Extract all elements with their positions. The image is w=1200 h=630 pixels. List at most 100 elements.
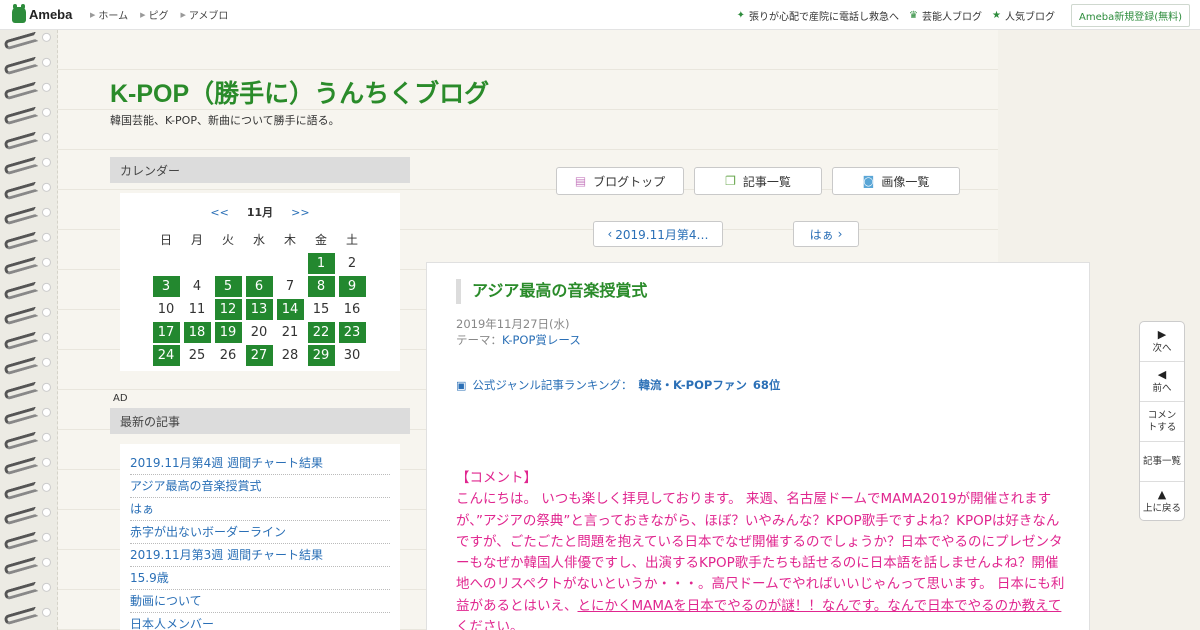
spiral-ring: [3, 156, 39, 176]
arrow-up-icon: ▲: [1157, 488, 1167, 501]
recent-post-link[interactable]: はぁ: [130, 498, 390, 521]
calendar-day-link[interactable]: 6: [245, 276, 273, 297]
ameba-logo-icon: [12, 3, 26, 23]
calendar-day-link[interactable]: 9: [338, 276, 366, 297]
entry-list-float-button[interactable]: 記事一覧: [1140, 442, 1184, 482]
chevron-left-icon: ‹: [607, 227, 613, 241]
calendar-empty-cell: [153, 253, 180, 274]
calendar-day: 7: [285, 279, 295, 294]
calendar-day-link[interactable]: 5: [214, 276, 242, 297]
image-list-button[interactable]: ◙ 画像一覧: [832, 167, 960, 195]
genre-ranking-link[interactable]: ▣ 公式ジャンル記事ランキング： 韓流・K-POPファン 68位: [456, 377, 780, 393]
popular-blogs-link[interactable]: ★ 人気ブログ: [992, 8, 1055, 23]
recent-post-link[interactable]: 日本人メンバー: [130, 613, 390, 630]
comment-button[interactable]: コメントする: [1140, 402, 1184, 442]
spiral-ring: [3, 606, 39, 626]
star-icon: ★: [992, 9, 1001, 21]
triangle-right-icon: ▶: [140, 10, 146, 19]
nav-pigg-link[interactable]: ▶ ピグ: [140, 7, 168, 23]
notebook-spiral: [0, 30, 58, 630]
calendar-weekday: 月: [190, 233, 203, 247]
prev-entry-button[interactable]: ◀ 前へ: [1140, 362, 1184, 402]
calendar-day: 4: [192, 279, 202, 294]
play-left-icon: ◀: [1157, 367, 1167, 381]
signup-button[interactable]: Ameba新規登録(無料): [1070, 3, 1190, 27]
spiral-ring: [3, 281, 39, 301]
crown-icon: ♛: [909, 9, 919, 21]
comment-text: こんにちは。 いつも楽しく拝見しております。 来週、名古屋ドームでMAMA201…: [456, 491, 1065, 614]
spiral-ring: [3, 456, 39, 476]
recent-post-link[interactable]: 15.9歳: [130, 567, 390, 590]
next-entry-button[interactable]: ▶ 次へ: [1140, 322, 1184, 362]
calendar-empty-cell: [246, 253, 273, 274]
spiral-ring: [3, 531, 39, 551]
trending-topic-link[interactable]: ✦ 張りが心配で産院に電話し救急へ: [737, 8, 899, 23]
previous-post-button[interactable]: ‹ 2019.11月第4…: [593, 221, 723, 247]
calendar-weekday: 土: [345, 233, 358, 247]
calendar-day-link[interactable]: 22: [307, 322, 335, 343]
recent-post-link[interactable]: アジア最高の音楽授賞式: [130, 475, 390, 498]
calendar-day: 15: [312, 302, 330, 317]
global-nav: ▶ ホーム ▶ ピグ ▶ アメブロ: [90, 7, 240, 23]
calendar-day: 21: [281, 325, 299, 340]
calendar-nav: << 11月 >>: [120, 204, 400, 220]
camera-icon: ◙: [862, 174, 875, 188]
calendar-day-link[interactable]: 13: [245, 299, 273, 320]
calendar-day: 20: [250, 325, 268, 340]
entry-list-button[interactable]: ❐ 記事一覧: [694, 167, 822, 195]
blog-top-button[interactable]: ▤ ブログトップ: [556, 167, 684, 195]
nav-home-link[interactable]: ▶ ホーム: [90, 7, 128, 23]
calendar-day-link[interactable]: 29: [307, 345, 335, 366]
spiral-ring: [3, 231, 39, 251]
calendar-day-link[interactable]: 17: [152, 322, 180, 343]
calendar-day-link[interactable]: 3: [152, 276, 180, 297]
spiral-ring: [3, 356, 39, 376]
back-to-top-button[interactable]: ▲ 上に戻る: [1140, 482, 1184, 522]
spiral-ring: [3, 556, 39, 576]
ameba-header-bar: Ameba ▶ ホーム ▶ ピグ ▶ アメブロ ✦ 張りが心配で産院に電話し救急へ ♛ 芸…: [0, 0, 1200, 30]
next-post-button[interactable]: はぁ ›: [793, 221, 859, 247]
nav-ameblo-link[interactable]: ▶ アメブロ: [180, 7, 228, 23]
calendar-day-link[interactable]: 24: [152, 345, 180, 366]
calendar-day-link[interactable]: 23: [338, 322, 366, 343]
calendar-weekday: 日: [159, 233, 172, 247]
play-right-icon: ▶: [1157, 327, 1167, 341]
spiral-ring: [3, 81, 39, 101]
calendar-prev-month[interactable]: <<: [210, 206, 228, 219]
calendar-day: 2: [347, 256, 357, 271]
calendar-day-link[interactable]: 12: [214, 299, 242, 320]
spiral-ring: [3, 56, 39, 76]
calendar-day-link[interactable]: 19: [214, 322, 242, 343]
calendar-empty-cell: [277, 253, 304, 274]
calendar-heading: カレンダー: [110, 157, 410, 183]
calendar-empty-cell: [215, 253, 242, 274]
spiral-ring: [3, 431, 39, 451]
floating-nav: ▶ 次へ ◀ 前へ コメントする 記事一覧 ▲ 上に戻る: [1139, 321, 1185, 521]
article-body: 【コメント】 こんにちは。 いつも楽しく拝見しております。 来週、名古屋ドームで…: [456, 468, 1066, 630]
calendar-weekday: 金: [314, 233, 327, 247]
article-title[interactable]: アジア最高の音楽授賞式: [456, 279, 647, 304]
star-icon: ✦: [736, 9, 746, 21]
calendar-weekday: 木: [283, 233, 296, 247]
calendar-day: 16: [343, 302, 361, 317]
ameba-logo[interactable]: Ameba: [12, 3, 74, 23]
recent-post-link[interactable]: 2019.11月第3週 週間チャート結果: [130, 544, 390, 567]
calendar-weekday: 水: [252, 233, 265, 247]
recent-post-link[interactable]: 2019.11月第4週 週間チャート結果: [130, 452, 390, 475]
spiral-ring: [3, 481, 39, 501]
calendar-day-link[interactable]: 1: [307, 253, 335, 274]
theme-link[interactable]: K-POP賞レース: [502, 333, 581, 347]
recent-post-link[interactable]: 動画について: [130, 590, 390, 613]
calendar-day-link[interactable]: 14: [276, 299, 304, 320]
calendar-next-month[interactable]: >>: [291, 206, 309, 219]
ad-label: AD: [113, 393, 128, 404]
calendar-day-link[interactable]: 27: [245, 345, 273, 366]
celebrity-blogs-link[interactable]: ♛ 芸能人ブログ: [909, 8, 982, 23]
calendar-day-link[interactable]: 8: [307, 276, 335, 297]
calendar-empty-cell: [184, 253, 211, 274]
header-right-links: ✦ 張りが心配で産院に電話し救急へ ♛ 芸能人ブログ ★ 人気ブログ Ameba新規登…: [727, 0, 1190, 30]
calendar-day-link[interactable]: 18: [183, 322, 211, 343]
recent-post-link[interactable]: 赤字が出ないボーダーライン: [130, 521, 390, 544]
calendar-day: 28: [281, 348, 299, 363]
blog-title[interactable]: K-POP（勝手に）うんちくブログ: [110, 74, 489, 110]
